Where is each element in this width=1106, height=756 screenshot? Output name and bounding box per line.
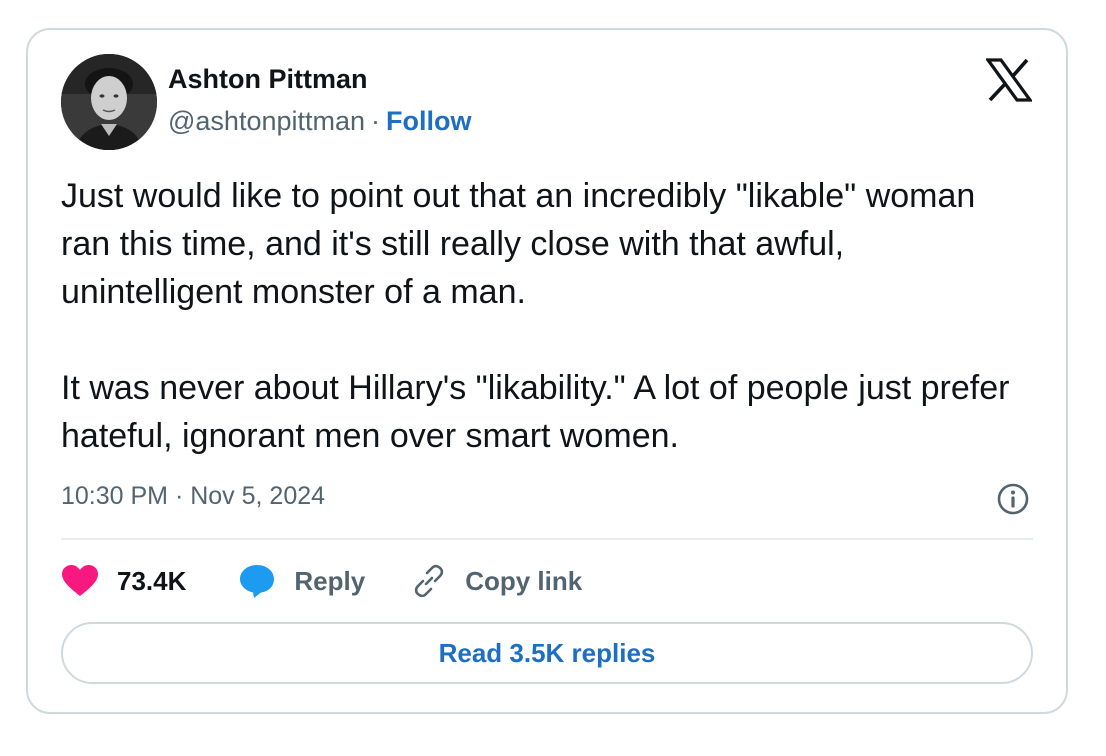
- link-icon: [415, 564, 444, 598]
- tweet-paragraph: Just would like to point out that an inc…: [61, 177, 976, 311]
- follow-button[interactable]: Follow: [386, 106, 471, 136]
- info-icon[interactable]: [996, 482, 1030, 516]
- author-handle[interactable]: @ashtonpittman: [168, 106, 365, 136]
- reply-button[interactable]: Reply: [238, 563, 365, 599]
- author-name[interactable]: Ashton Pittman: [168, 64, 368, 95]
- reply-label: Reply: [294, 565, 366, 596]
- author-handle-row: @ashtonpittman · Follow: [168, 106, 472, 137]
- separator-dot: ·: [371, 106, 381, 136]
- tweet-text: Just would like to point out that an inc…: [61, 172, 1021, 460]
- tweet-card: Ashton Pittman @ashtonpittman · Follow Jus…: [26, 28, 1068, 714]
- tweet-paragraph: It was never about Hillary's "likability…: [61, 369, 1010, 455]
- copy-link-label: Copy link: [465, 565, 583, 596]
- avatar-photo-icon: [61, 54, 157, 150]
- like-button[interactable]: 73.4K: [61, 564, 186, 598]
- x-logo-icon[interactable]: [986, 58, 1032, 102]
- divider: [61, 538, 1033, 540]
- reply-bubble-icon: [240, 565, 275, 598]
- likes-count: 73.4K: [117, 565, 187, 596]
- copy-link-button[interactable]: Copy link: [411, 563, 582, 599]
- tweet-timestamp[interactable]: 10:30 PM · Nov 5, 2024: [61, 482, 325, 511]
- read-replies-button[interactable]: Read 3.5K replies: [61, 622, 1033, 684]
- avatar[interactable]: [61, 54, 157, 150]
- action-bar: 73.4K Reply Copy link: [61, 558, 628, 604]
- heart-icon: [62, 565, 98, 596]
